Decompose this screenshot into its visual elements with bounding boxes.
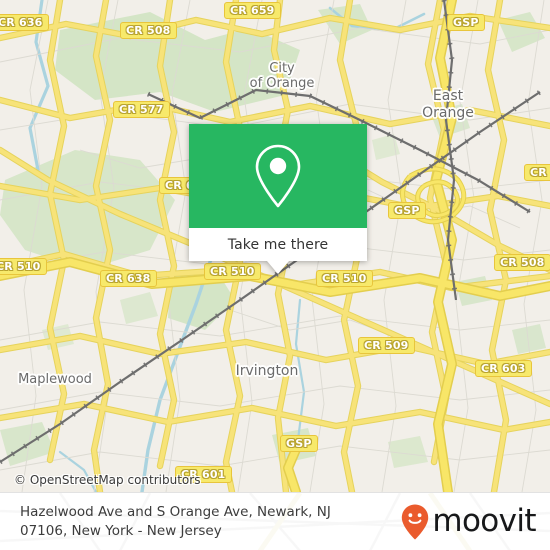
road-shield: CR 510 <box>0 258 47 275</box>
road-shield: CR 509 <box>358 337 415 354</box>
popup-cta-label: Take me there <box>227 236 329 253</box>
footer-bar: Hazelwood Ave and S Orange Ave, Newark, … <box>0 492 550 550</box>
road-shield: CR 508 <box>494 254 550 271</box>
road-shield: CR 577 <box>113 101 170 118</box>
osm-attribution[interactable]: © OpenStreetMap contributors <box>14 473 200 487</box>
road-shield: CR 510 <box>316 270 373 287</box>
map-canvas[interactable]: CR 636 CR 508 CR 659 GSP CR 577 CR 63 CR… <box>0 0 550 492</box>
map-pin-icon <box>255 144 301 208</box>
road-shield: CR 6 <box>524 164 550 181</box>
road-shield: CR 603 <box>475 360 532 377</box>
moovit-logo[interactable]: moovit <box>400 503 537 541</box>
moovit-wordmark: moovit <box>432 503 536 539</box>
moovit-smiley-pin-icon <box>402 504 429 539</box>
popup-header <box>189 124 367 228</box>
popup-pointer <box>267 261 289 274</box>
road-shield: GSP <box>280 435 318 452</box>
location-address: Hazelwood Ave and S Orange Ave, Newark, … <box>20 503 331 539</box>
map-screenshot: CR 636 CR 508 CR 659 GSP CR 577 CR 63 CR… <box>0 0 550 550</box>
popup-cta[interactable]: Take me there <box>189 228 367 261</box>
road-shield: CR 510 <box>204 263 261 280</box>
road-shield: CR 508 <box>120 22 177 39</box>
road-shield: CR 638 <box>100 270 157 287</box>
road-shield: GSP <box>447 14 485 31</box>
location-popup[interactable]: Take me there <box>189 124 367 274</box>
road-shield: GSP <box>388 202 426 219</box>
road-shield: CR 636 <box>0 14 49 31</box>
road-shield: CR 659 <box>224 2 281 19</box>
